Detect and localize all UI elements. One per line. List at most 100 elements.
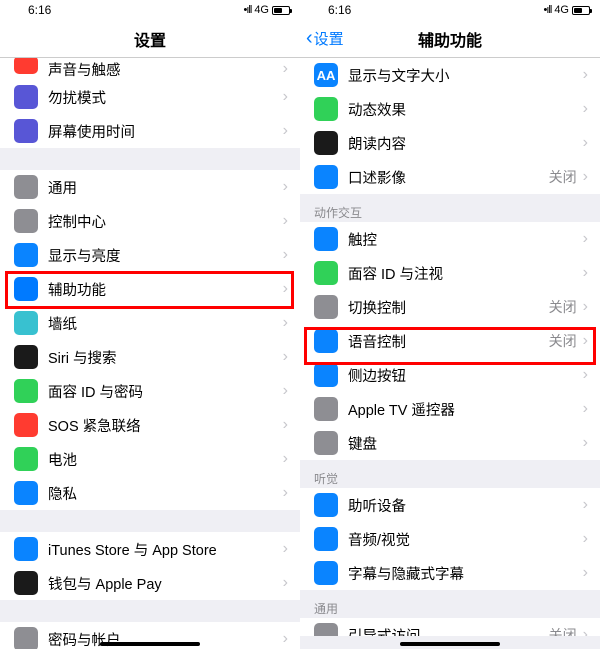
status-time: 6:16 (10, 3, 159, 17)
audio-desc-icon (314, 165, 338, 189)
subtitles-icon (314, 561, 338, 585)
chevron-right-icon: › (583, 230, 588, 248)
row-audio-visual[interactable]: 音频/视觉› (300, 522, 600, 556)
chevron-right-icon: › (283, 484, 288, 502)
row-siri[interactable]: Siri 与搜索› (0, 340, 300, 374)
row-label: 引导式访问 (348, 625, 549, 637)
chevron-right-icon: › (283, 280, 288, 298)
status-bar-right: 6:16 •ıll 4G (300, 0, 600, 20)
chevron-right-icon: › (583, 134, 588, 152)
chevron-right-icon: › (283, 574, 288, 592)
row-value: 关闭 (549, 167, 577, 187)
row-face-attention[interactable]: 面容 ID 与注视› (300, 256, 600, 290)
accessibility-icon (14, 277, 38, 301)
row-motion[interactable]: 动态效果› (300, 92, 600, 126)
chevron-right-icon: › (283, 540, 288, 558)
row-label: 显示与亮度 (48, 245, 283, 266)
keyboards-icon (314, 431, 338, 455)
chevron-right-icon: › (283, 60, 288, 78)
row-label: 面容 ID 与密码 (48, 381, 283, 402)
row-control-center[interactable]: 控制中心› (0, 204, 300, 238)
navbar-left: 设置 (0, 20, 300, 58)
row-label: 控制中心 (48, 211, 283, 232)
row-hearing-devices[interactable]: 助听设备› (300, 488, 600, 522)
row-wallpaper[interactable]: 墙纸› (0, 306, 300, 340)
row-label: iTunes Store 与 App Store (48, 539, 283, 560)
section-header-motor: 动作交互 (300, 194, 600, 222)
home-indicator[interactable] (100, 642, 200, 646)
control-center-icon (14, 209, 38, 233)
row-screen-time[interactable]: 屏幕使用时间› (0, 114, 300, 148)
motion-icon (314, 97, 338, 121)
row-voice-control[interactable]: 语音控制关闭› (300, 324, 600, 358)
row-value: 关闭 (549, 331, 577, 351)
chevron-right-icon: › (583, 66, 588, 84)
row-side-button[interactable]: 侧边按钮› (300, 358, 600, 392)
siri-icon (14, 345, 38, 369)
row-label: 声音与触感 (48, 59, 283, 80)
row-touch[interactable]: 触控› (300, 222, 600, 256)
row-guided-access[interactable]: 引导式访问关闭› (300, 618, 600, 636)
row-audio-desc[interactable]: 口述影像关闭› (300, 160, 600, 194)
chevron-right-icon: › (283, 246, 288, 264)
switch-control-icon (314, 295, 338, 319)
screen-time-icon (14, 119, 38, 143)
row-wallet[interactable]: 钱包与 Apple Pay› (0, 566, 300, 600)
back-button[interactable]: ‹ 设置 (306, 27, 344, 50)
sos-icon (14, 413, 38, 437)
chevron-right-icon: › (283, 88, 288, 106)
side-button-icon (314, 363, 338, 387)
audio-visual-icon (314, 527, 338, 551)
home-indicator[interactable] (400, 642, 500, 646)
row-faceid[interactable]: 面容 ID 与密码› (0, 374, 300, 408)
row-itunes[interactable]: iTunes Store 与 App Store› (0, 532, 300, 566)
accessibility-list[interactable]: AA显示与文字大小›动态效果›朗读内容›口述影像关闭› 动作交互 触控›面容 I… (300, 58, 600, 636)
row-subtitles[interactable]: 字幕与隐藏式字幕› (300, 556, 600, 590)
row-label: 键盘 (348, 433, 583, 454)
chevron-right-icon: › (583, 400, 588, 418)
chevron-right-icon: › (283, 348, 288, 366)
chevron-right-icon: › (283, 630, 288, 648)
row-value: 关闭 (549, 297, 577, 317)
row-label: 钱包与 Apple Pay (48, 573, 283, 594)
dnd-icon (14, 85, 38, 109)
row-dnd[interactable]: 勿扰模式› (0, 80, 300, 114)
row-general[interactable]: 通用› (0, 170, 300, 204)
row-spoken[interactable]: 朗读内容› (300, 126, 600, 160)
row-label: 朗读内容 (348, 133, 583, 154)
status-indicators: •ıll 4G (159, 4, 290, 16)
row-sound-haptics[interactable]: 声音与触感› (0, 58, 300, 80)
row-accessibility[interactable]: 辅助功能› (0, 272, 300, 306)
row-label: 侧边按钮 (348, 365, 583, 386)
row-label: 勿扰模式 (48, 87, 283, 108)
privacy-icon (14, 481, 38, 505)
chevron-right-icon: › (583, 264, 588, 282)
row-sos[interactable]: SOS 紧急联络› (0, 408, 300, 442)
row-display[interactable]: 显示与亮度› (0, 238, 300, 272)
section-header-general: 通用 (300, 590, 600, 618)
accounts-icon (14, 627, 38, 649)
page-title-left: 设置 (134, 27, 166, 51)
row-label: 面容 ID 与注视 (348, 263, 583, 284)
touch-icon (314, 227, 338, 251)
chevron-right-icon: › (583, 168, 588, 186)
faceid-icon (14, 379, 38, 403)
settings-list[interactable]: 声音与触感›勿扰模式›屏幕使用时间› 通用›控制中心›显示与亮度›辅助功能›墙纸… (0, 58, 300, 649)
navbar-right: ‹ 设置 辅助功能 (300, 20, 600, 58)
page-title-right: 辅助功能 (418, 27, 482, 51)
chevron-right-icon: › (283, 178, 288, 196)
row-keyboards[interactable]: 键盘› (300, 426, 600, 460)
row-label: 显示与文字大小 (348, 65, 583, 86)
chevron-right-icon: › (583, 496, 588, 514)
row-label: 动态效果 (348, 99, 583, 120)
row-privacy[interactable]: 隐私› (0, 476, 300, 510)
row-apple-tv[interactable]: Apple TV 遥控器› (300, 392, 600, 426)
section-header-hearing: 听觉 (300, 460, 600, 488)
chevron-right-icon: › (583, 332, 588, 350)
status-time: 6:16 (310, 3, 459, 17)
status-indicators: •ıll 4G (459, 4, 590, 16)
row-battery[interactable]: 电池› (0, 442, 300, 476)
row-text-size[interactable]: AA显示与文字大小› (300, 58, 600, 92)
chevron-right-icon: › (283, 416, 288, 434)
row-switch-control[interactable]: 切换控制关闭› (300, 290, 600, 324)
